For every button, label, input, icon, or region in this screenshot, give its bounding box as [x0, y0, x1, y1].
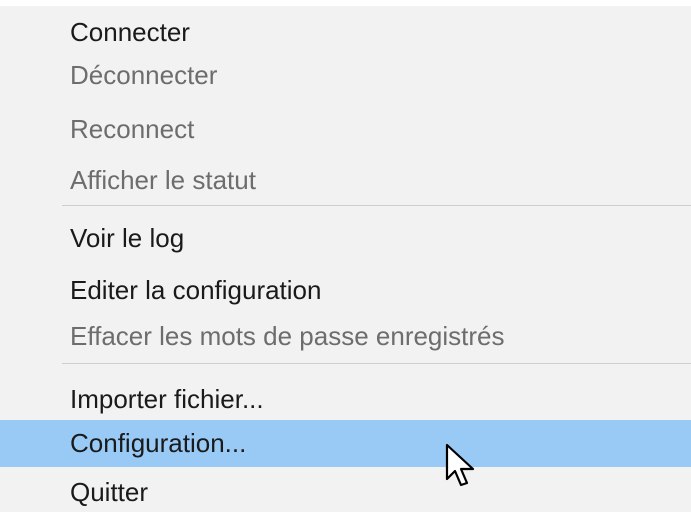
menu-item-connecter[interactable]: Connecter	[0, 12, 691, 52]
menu-item-importer-fichier[interactable]: Importer fichier...	[0, 379, 691, 419]
menu-item-quitter[interactable]: Quitter	[0, 472, 691, 512]
menu-item-editer-la-configuration[interactable]: Editer la configuration	[0, 270, 691, 310]
menu-item-reconnect: Reconnect	[70, 114, 195, 144]
menu-item-deconnecter: Déconnecter	[70, 60, 218, 90]
context-menu: Connecter Déconnecter Reconnect Afficher…	[0, 0, 691, 512]
menu-top-edge	[0, 0, 691, 6]
menu-separator	[62, 205, 691, 206]
menu-item-configuration[interactable]: Configuration...	[0, 420, 691, 467]
menu-item-afficher-le-statut: Afficher le statut	[70, 165, 256, 195]
menu-item-effacer-mots-de-passe: Effacer les mots de passe enregistrés	[70, 321, 505, 351]
menu-separator	[62, 363, 691, 364]
menu-item-voir-le-log[interactable]: Voir le log	[0, 218, 691, 258]
mouse-pointer-icon	[445, 443, 475, 487]
